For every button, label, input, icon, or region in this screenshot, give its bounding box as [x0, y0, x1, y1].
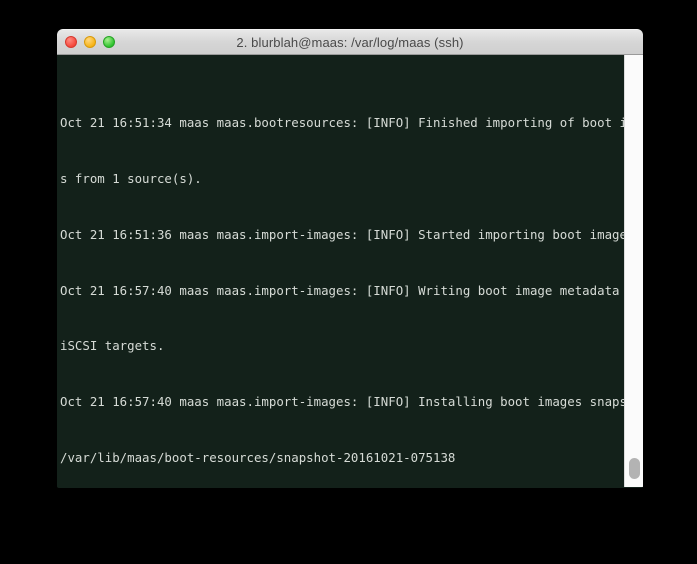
- terminal-body[interactable]: Oct 21 16:51:34 maas maas.bootresources:…: [57, 55, 643, 487]
- window-title-bar[interactable]: 2. blurblah@maas: /var/log/maas (ssh): [57, 29, 643, 55]
- terminal-scrollbar[interactable]: [624, 55, 643, 487]
- terminal-line: iSCSI targets.: [60, 338, 165, 354]
- terminal-line: Oct 21 16:51:36 maas maas.import-images:…: [60, 226, 624, 242]
- window-title-text: 2. blurblah@maas: /var/log/maas (ssh): [236, 34, 464, 50]
- terminal-window[interactable]: 2. blurblah@maas: /var/log/maas (ssh) Oc…: [57, 29, 643, 488]
- window-controls: [65, 36, 115, 48]
- minimize-window-button[interactable]: [84, 36, 96, 48]
- terminal-line: Oct 21 16:57:40 maas maas.import-images:…: [60, 394, 624, 410]
- terminal-line: s from 1 source(s).: [60, 170, 202, 186]
- maximize-window-button[interactable]: [103, 36, 115, 48]
- terminal-line: Oct 21 16:51:34 maas maas.bootresources:…: [60, 115, 624, 131]
- terminal-line: /var/lib/maas/boot-resources/snapshot-20…: [60, 449, 456, 465]
- close-window-button[interactable]: [65, 36, 77, 48]
- terminal-output[interactable]: Oct 21 16:51:34 maas maas.bootresources:…: [57, 55, 624, 487]
- terminal-line: Oct 21 16:57:40 maas maas.import-images:…: [60, 282, 624, 298]
- scrollbar-thumb[interactable]: [629, 458, 640, 479]
